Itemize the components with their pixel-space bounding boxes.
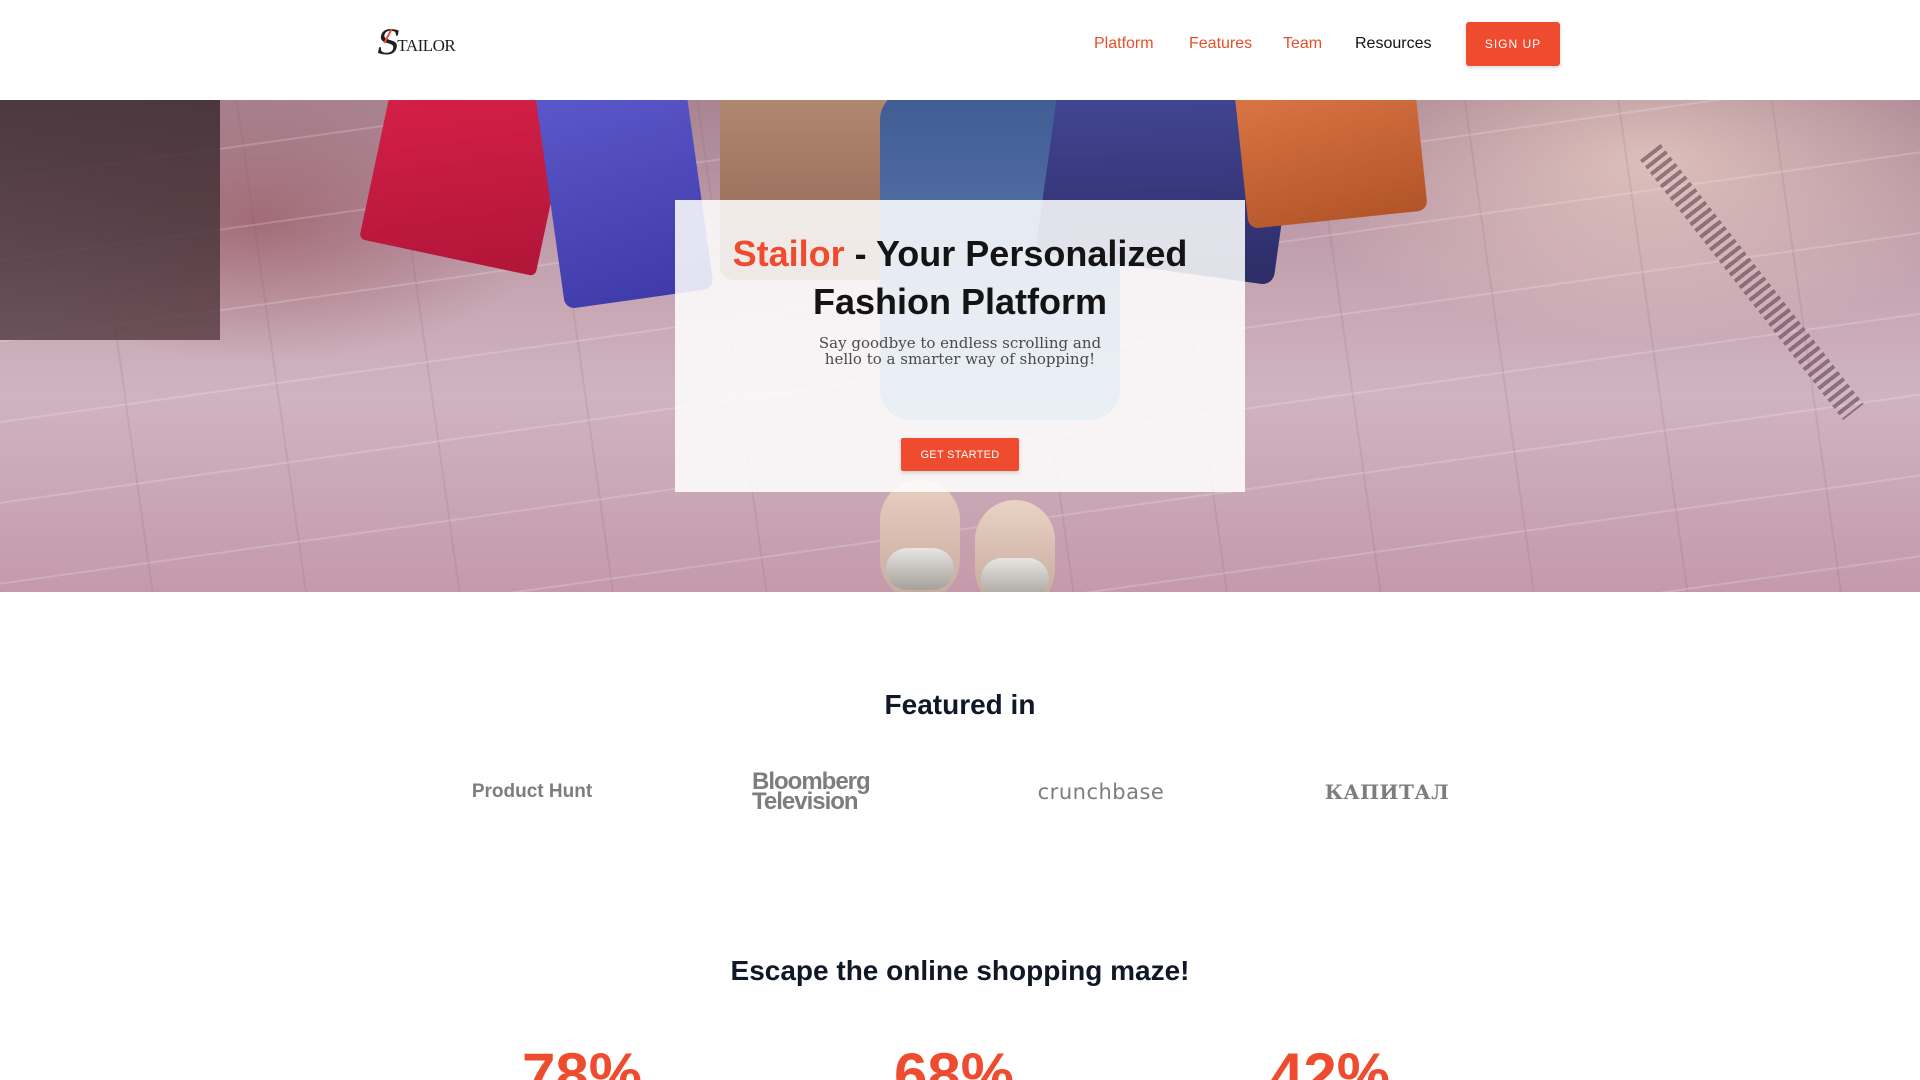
stat-value: 78% (521, 1041, 643, 1080)
television-logo-text: Television (752, 788, 859, 815)
stat-value: 68% (893, 1041, 1015, 1080)
nav-link-team[interactable]: Team (1283, 34, 1322, 54)
bloomberg-television-logo: Bloomberg Television (752, 770, 882, 814)
top-navbar: S TAILOR Platform Features Team Resource… (0, 0, 1920, 100)
sign-up-button[interactable]: SIGN UP (1466, 22, 1560, 66)
escape-maze-heading: Escape the online shopping maze! (730, 955, 1190, 986)
crunchbase-logo: crunchbase (1038, 770, 1164, 814)
stailor-logo[interactable]: S TAILOR (377, 23, 456, 63)
hero-subtitle-line: hello to a smarter way of shopping! (824, 350, 1096, 368)
product-hunt-logo: Product Hunt (470, 770, 594, 814)
hero-title-rest: - Your Personalized Fashion Platform (812, 233, 1188, 322)
featured-in-heading: Featured in (884, 689, 1036, 720)
hero-subtitle-line: Say goodbye to endless scrolling and (818, 334, 1102, 352)
hero-section: Stailor - Your Personalized Fashion Plat… (0, 100, 1920, 592)
logo-wordmark: TAILOR (397, 36, 456, 55)
crunchbase-logo-text: crunchbase (1037, 780, 1165, 804)
hero-title: Stailor - Your Personalized Fashion Plat… (675, 230, 1245, 326)
hero-subtitle: Say goodbye to endless scrolling and hel… (675, 335, 1245, 367)
product-hunt-logo-text: Product Hunt (471, 781, 593, 802)
nav-link-features[interactable]: Features (1189, 34, 1252, 54)
hero-photo-shape (880, 480, 960, 592)
kapital-logo: КАПИТАЛ (1320, 770, 1454, 814)
hero-title-brand: Stailor (732, 233, 845, 274)
hero-card: Stailor - Your Personalized Fashion Plat… (675, 200, 1245, 492)
stat-value: 42% (1269, 1041, 1391, 1080)
logo-initial: S (377, 23, 401, 63)
nav-link-resources[interactable]: Resources (1355, 34, 1431, 54)
kapital-logo-text: КАПИТАЛ (1324, 780, 1450, 804)
get-started-button[interactable]: GET STARTED (901, 438, 1019, 471)
nav-link-platform[interactable]: Platform (1094, 34, 1154, 54)
hero-photo-shape (0, 100, 220, 340)
hero-photo-shape (975, 500, 1055, 592)
hero-photo-shape (1232, 100, 1428, 229)
